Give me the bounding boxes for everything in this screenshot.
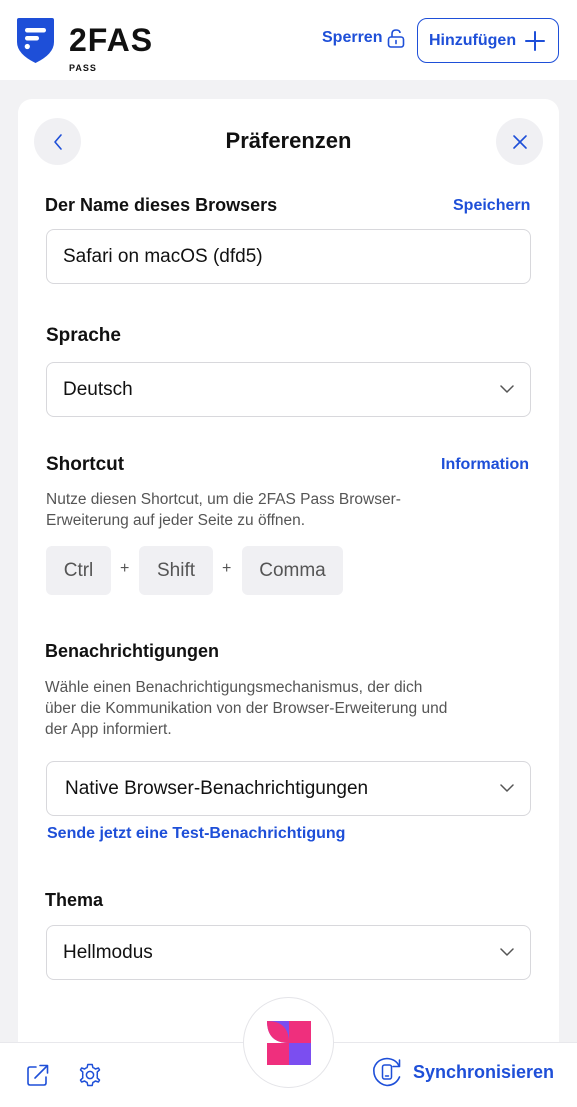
add-button[interactable]: Hinzufügen [417,18,559,63]
sync-button[interactable]: Synchronisieren [371,1056,554,1088]
sync-icon [373,1057,401,1087]
close-icon [512,134,527,149]
language-label: Sprache [46,325,121,346]
chevron-down-icon [500,784,514,792]
logo-wordmark: 2FAS [69,22,154,58]
lock-button-label: Sperren [322,29,383,46]
share-icon [27,1064,49,1086]
notifications-description-line: über die Kommunikation von der Browser-E… [45,700,448,717]
notifications-description-line: Wähle einen Benachrichtigungsmechanismus… [45,679,423,696]
lock-button[interactable]: Sperren [322,28,405,48]
save-button[interactable]: Speichern [453,197,530,215]
lock-icon [388,29,405,48]
add-button-label: Hinzufügen [429,31,517,49]
notifications-description-line: der App informiert. [45,721,172,738]
information-link[interactable]: Information [441,456,529,474]
shortcut-key-ctrl: Ctrl [46,546,111,595]
page-title: Präferenzen [225,128,352,153]
theme-select[interactable]: Hellmodus [46,925,531,980]
settings-button[interactable] [76,1061,104,1089]
shortcut-description-line: Nutze diesen Shortcut, um die 2FAS Pass … [46,491,401,508]
browser-name-input[interactable] [63,245,503,268]
gear-icon [79,1063,101,1087]
shield-logo-icon [17,18,54,63]
browser-name-label: Der Name dieses Browsers [45,195,278,215]
plus-icon [525,31,545,51]
shortcut-description-line: Erweiterung auf jeder Seite zu öffnen. [46,512,306,529]
test-notification-link[interactable]: Sende jetzt eine Test-Benachrichtigung [47,825,345,843]
notifications-select[interactable]: Native Browser-Benachrichtigungen [46,761,531,816]
theme-selected-value: Hellmodus [63,941,153,963]
brand-button[interactable] [243,997,334,1088]
app-logo: 2FAS PASS [16,16,154,73]
shortcut-key-comma: Comma [242,546,343,595]
shortcut-plus: + [222,560,232,577]
header: 2FAS PASS Sperren Hinzufügen [0,0,577,80]
shortcut-plus: + [120,560,130,577]
brand-icon [266,1020,311,1065]
close-button[interactable] [496,118,543,165]
share-button[interactable] [24,1061,52,1089]
logo-subtext: PASS [69,63,97,73]
shortcut-label: Shortcut [46,454,125,475]
language-selected-value: Deutsch [63,378,133,400]
notifications-selected-value: Native Browser-Benachrichtigungen [65,777,369,799]
chevron-down-icon [500,948,514,956]
notifications-label: Benachrichtigungen [45,641,220,661]
language-select[interactable]: Deutsch [46,362,531,417]
shortcut-key-shift: Shift [139,546,213,595]
shortcut-description: Nutze diesen Shortcut, um die 2FAS Pass … [46,489,401,531]
theme-label: Thema [45,890,104,910]
sync-label: Synchronisieren [413,1061,555,1082]
chevron-down-icon [500,385,514,393]
browser-name-field[interactable] [46,229,531,284]
notifications-description: Wähle einen Benachrichtigungsmechanismus… [45,677,447,740]
